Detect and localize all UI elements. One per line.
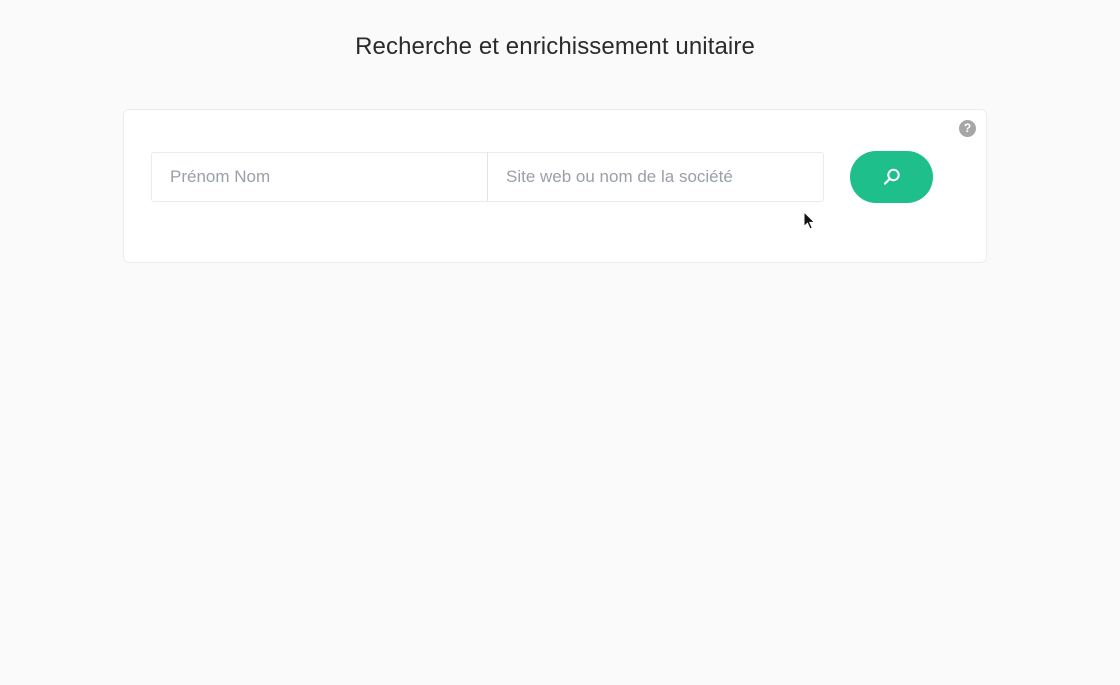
name-input[interactable] <box>151 152 488 202</box>
page: Recherche et enrichissement unitaire ? <box>0 0 1120 685</box>
help-icon[interactable]: ? <box>959 120 976 137</box>
mouse-cursor-icon <box>803 211 816 230</box>
search-button[interactable] <box>850 151 933 203</box>
company-input[interactable] <box>487 152 824 202</box>
search-icon <box>883 168 900 185</box>
search-row <box>151 151 933 203</box>
page-title: Recherche et enrichissement unitaire <box>355 33 755 60</box>
search-card: ? <box>123 109 987 263</box>
